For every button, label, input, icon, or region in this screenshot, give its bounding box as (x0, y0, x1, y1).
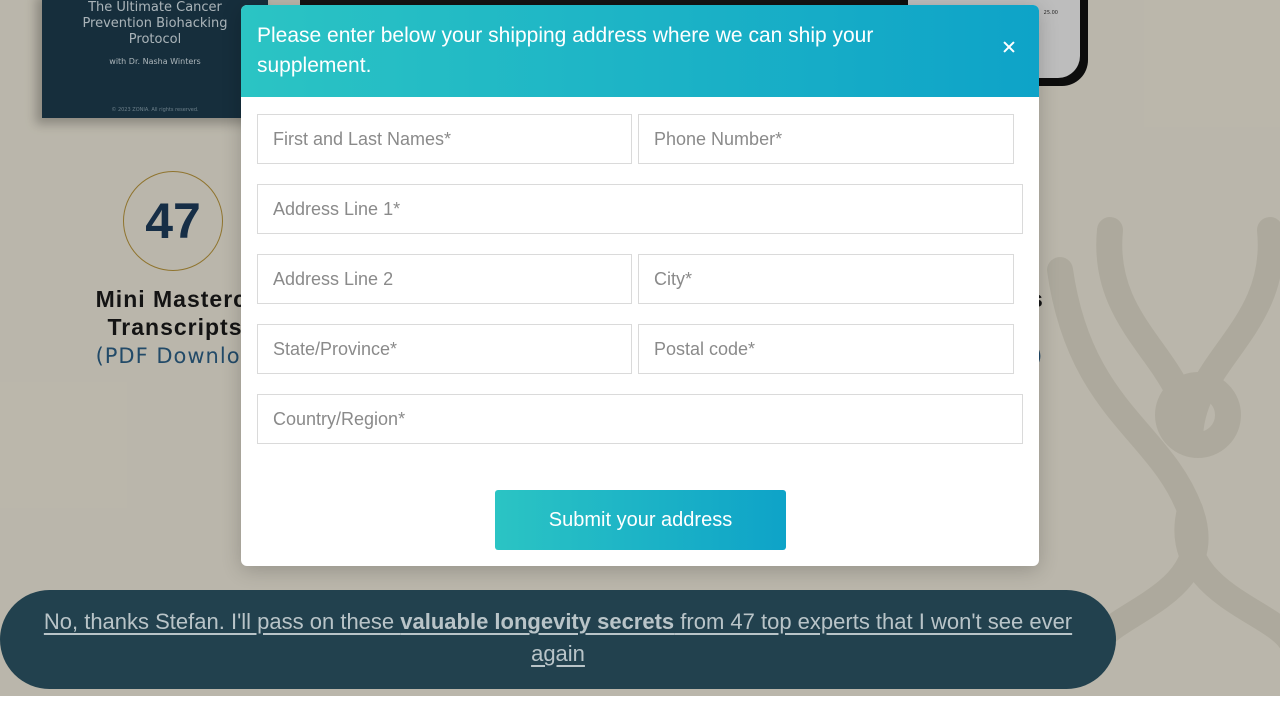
country-input[interactable] (257, 394, 1023, 444)
submit-address-button[interactable]: Submit your address (495, 490, 786, 550)
postal-code-input[interactable] (638, 324, 1014, 374)
decline-link[interactable]: No, thanks Stefan. I'll pass on these va… (44, 609, 1072, 666)
decline-text-bold: valuable longevity secrets (400, 609, 675, 634)
shipping-address-modal: Please enter below your shipping address… (241, 5, 1039, 566)
city-input[interactable] (638, 254, 1014, 304)
state-input[interactable] (257, 324, 632, 374)
modal-header: Please enter below your shipping address… (241, 5, 1039, 97)
decline-text-before: No, thanks Stefan. I'll pass on these (43, 609, 401, 634)
phone-input[interactable] (638, 114, 1014, 164)
address-line1-input[interactable] (257, 184, 1023, 234)
modal-title: Please enter below your shipping address… (257, 24, 874, 77)
page-background: The Ultimate Cancer Prevention Biohackin… (0, 0, 1280, 696)
decline-bar: No, thanks Stefan. I'll pass on these va… (0, 590, 1116, 689)
close-icon[interactable] (1001, 39, 1017, 55)
address-line2-input[interactable] (257, 254, 632, 304)
full-name-input[interactable] (257, 114, 632, 164)
